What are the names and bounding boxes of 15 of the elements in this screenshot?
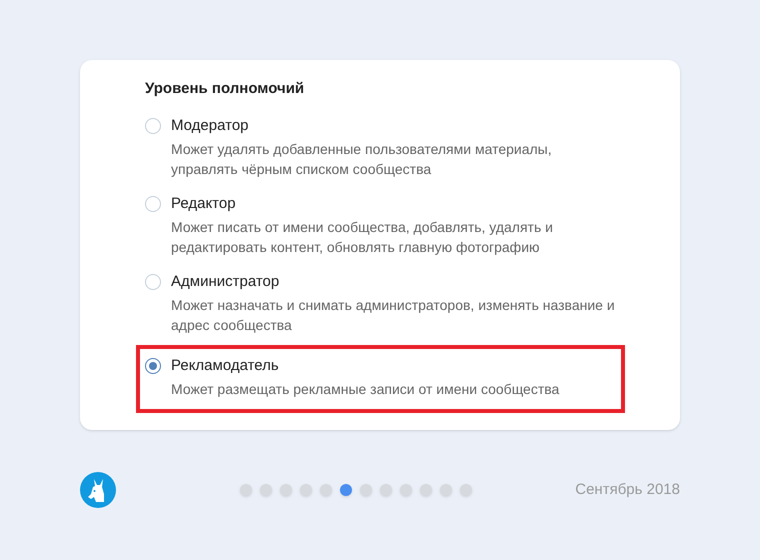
option-label: Редактор: [171, 194, 237, 214]
option-description: Может размещать рекламные записи от имени сообщества: [171, 380, 560, 398]
option-description: Может удалять добавленные пользователями материалы, управлять чёрным списком сообщества: [171, 140, 553, 178]
date-label: Сентябрь 2018: [575, 480, 680, 500]
radio-button[interactable]: [145, 274, 161, 290]
option-description: Может писать от имени сообщества, добавлять, удалять и редактировать контент, обновлять главную фотографию: [171, 218, 554, 256]
section-title: Уровень полномочий: [144, 79, 306, 99]
option-description: Может назначать и снимать администраторов, изменять название и адрес сообщества: [171, 296, 616, 334]
llama-logo-icon: [80, 472, 116, 508]
option-label: Рекламодатель: [171, 356, 280, 376]
radio-button[interactable]: [145, 118, 161, 134]
radio-button[interactable]: [145, 358, 161, 374]
option-label: Модератор: [171, 116, 250, 136]
radio-button[interactable]: [145, 196, 161, 212]
option-label: Администратор: [171, 272, 280, 292]
